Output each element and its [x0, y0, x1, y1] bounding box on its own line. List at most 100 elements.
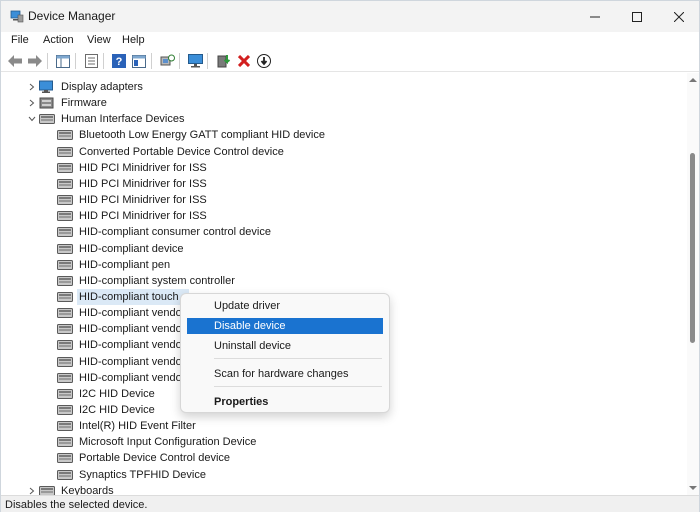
title-bar[interactable]: Device Manager [1, 1, 699, 32]
hid-device-icon [57, 387, 73, 401]
chevron-down-icon[interactable] [27, 111, 37, 127]
tree-node-label: Intel(R) HID Event Filter [79, 420, 196, 433]
hid-device-icon [57, 177, 73, 191]
update-driver-icon[interactable] [216, 53, 232, 69]
hid-device-icon [57, 225, 73, 239]
tree-node-label: Synaptics TPFHID Device [79, 468, 206, 481]
menu-item-update-driver[interactable]: Update driver [187, 298, 383, 314]
tree-device-item[interactable]: HID-compliant pen [57, 257, 172, 273]
hid-device-icon [57, 290, 73, 304]
tree-device-item[interactable]: Synaptics TPFHID Device [57, 467, 208, 483]
menu-item-properties[interactable]: Properties [187, 394, 383, 410]
close-button[interactable] [656, 1, 700, 32]
back-arrow-icon[interactable] [7, 53, 23, 69]
tree-category-firmware[interactable]: Firmware [39, 95, 109, 111]
tree-node-label: Display adapters [61, 81, 143, 93]
menu-item-scan-hardware-changes[interactable]: Scan for hardware changes [187, 366, 383, 382]
properties-pane-icon[interactable] [55, 53, 71, 69]
toolbar-separator [75, 53, 76, 69]
monitor-icon[interactable] [187, 53, 203, 69]
tree-node-label: I2C HID Device [79, 387, 155, 400]
forward-arrow-icon[interactable] [27, 53, 43, 69]
hid-device-icon [57, 193, 73, 207]
console-tree-icon[interactable] [131, 53, 147, 69]
properties-sheet-icon[interactable] [83, 53, 99, 69]
scroll-down-arrow-icon[interactable] [689, 483, 697, 491]
tree-device-item[interactable]: HID PCI Minidriver for ISS [57, 208, 209, 224]
device-manager-icon [10, 9, 24, 23]
hid-device-icon [57, 209, 73, 223]
tree-device-item[interactable]: Intel(R) HID Event Filter [57, 418, 198, 434]
hid-device-icon [57, 419, 73, 433]
tree-node-label: HID-compliant vendo [79, 355, 182, 368]
toolbar-separator [103, 53, 104, 69]
scroll-up-arrow-icon[interactable] [689, 75, 697, 83]
maximize-button[interactable] [614, 1, 660, 32]
tree-node-label: I2C HID Device [79, 404, 155, 416]
tree-category-human-interface-devices[interactable]: Human Interface Devices [39, 111, 187, 127]
uninstall-x-icon[interactable] [236, 53, 252, 69]
toolbar-separator [207, 53, 208, 69]
vertical-scrollbar[interactable] [687, 73, 699, 495]
tree-device-item[interactable]: HID PCI Minidriver for ISS [57, 160, 209, 176]
chevron-right-icon[interactable] [27, 483, 37, 495]
hid-category-icon [39, 112, 55, 126]
tree-category-display-adapters[interactable]: Display adapters [39, 79, 145, 95]
menu-file[interactable]: File [11, 34, 29, 46]
window-title: Device Manager [28, 9, 116, 23]
tree-node-label: Converted Portable Device Control device [79, 145, 284, 158]
help-icon[interactable]: ? [111, 53, 127, 69]
hid-device-icon [57, 371, 73, 385]
tree-device-item[interactable]: HID-compliant vendo [57, 321, 184, 337]
tree-device-item[interactable]: Bluetooth Low Energy GATT compliant HID … [57, 127, 327, 143]
hid-device-icon [57, 274, 73, 288]
tree-device-item[interactable]: HID PCI Minidriver for ISS [57, 192, 209, 208]
hid-device-icon [57, 242, 73, 256]
menu-item-uninstall-device[interactable]: Uninstall device [187, 338, 383, 354]
toolbar-separator [47, 53, 48, 69]
tree-node-label: HID-compliant consumer control device [79, 226, 271, 239]
tree-device-item[interactable]: HID-compliant consumer control device [57, 224, 273, 240]
tree-node-label: HID-compliant vendo [79, 307, 182, 320]
status-text: Disables the selected device. [5, 499, 148, 511]
tree-device-item[interactable]: HID-compliant device [57, 241, 186, 257]
hid-device-icon [57, 338, 73, 352]
context-menu: Update driver Disable device Uninstall d… [180, 293, 390, 413]
scrollbar-thumb[interactable] [690, 153, 695, 343]
menu-help[interactable]: Help [122, 34, 145, 46]
hid-device-icon [57, 435, 73, 449]
tree-node-label: Bluetooth Low Energy GATT compliant HID … [79, 129, 325, 142]
device-manager-window: Device Manager File Action View Help ? D… [0, 0, 700, 512]
chevron-right-icon[interactable] [27, 95, 37, 111]
minimize-button[interactable] [572, 1, 618, 32]
tree-device-item[interactable]: HID-compliant vendo [57, 354, 184, 370]
tree-device-item[interactable]: HID-compliant system controller [57, 273, 237, 289]
tree-device-item[interactable]: Microsoft Input Configuration Device [57, 434, 258, 450]
status-bar: Disables the selected device. [1, 495, 699, 512]
tree-node-label: HID-compliant touch s [77, 288, 190, 305]
tree-device-item[interactable]: I2C HID Device [57, 386, 157, 402]
tree-device-item[interactable]: HID-compliant vendo [57, 305, 184, 321]
tree-device-item[interactable]: Portable Device Control device [57, 450, 232, 466]
tree-device-item[interactable]: HID-compliant touch s [57, 288, 190, 305]
menu-view[interactable]: View [87, 34, 111, 46]
hid-device-icon [57, 468, 73, 482]
tree-device-item[interactable]: I2C HID Device [57, 402, 157, 418]
disable-down-arrow-icon[interactable] [256, 53, 272, 69]
tree-device-item[interactable]: HID PCI Minidriver for ISS [57, 176, 209, 192]
tree-node-label: Human Interface Devices [61, 113, 185, 126]
tree-node-label: Firmware [61, 97, 107, 110]
tree-device-item[interactable]: Converted Portable Device Control device [57, 144, 286, 160]
tree-device-item[interactable]: HID-compliant vendo [57, 370, 184, 386]
tree-node-label: HID-compliant pen [79, 258, 171, 271]
tree-node-label: HID PCI Minidriver for ISS [79, 177, 207, 190]
scan-hardware-icon[interactable] [159, 53, 175, 69]
tree-category-keyboards[interactable]: Keyboards [39, 483, 116, 495]
chevron-right-icon[interactable] [27, 79, 37, 95]
tree-device-item[interactable]: HID-compliant vendo [57, 337, 184, 353]
device-tree[interactable]: Display adapters Firmware Human Interface … [1, 73, 687, 495]
menu-item-disable-device[interactable]: Disable device [187, 318, 383, 334]
tree-node-label: HID-compliant system controller [79, 274, 235, 287]
tree-node-label: Microsoft Input Configuration Device [79, 436, 257, 449]
menu-action[interactable]: Action [43, 34, 74, 46]
